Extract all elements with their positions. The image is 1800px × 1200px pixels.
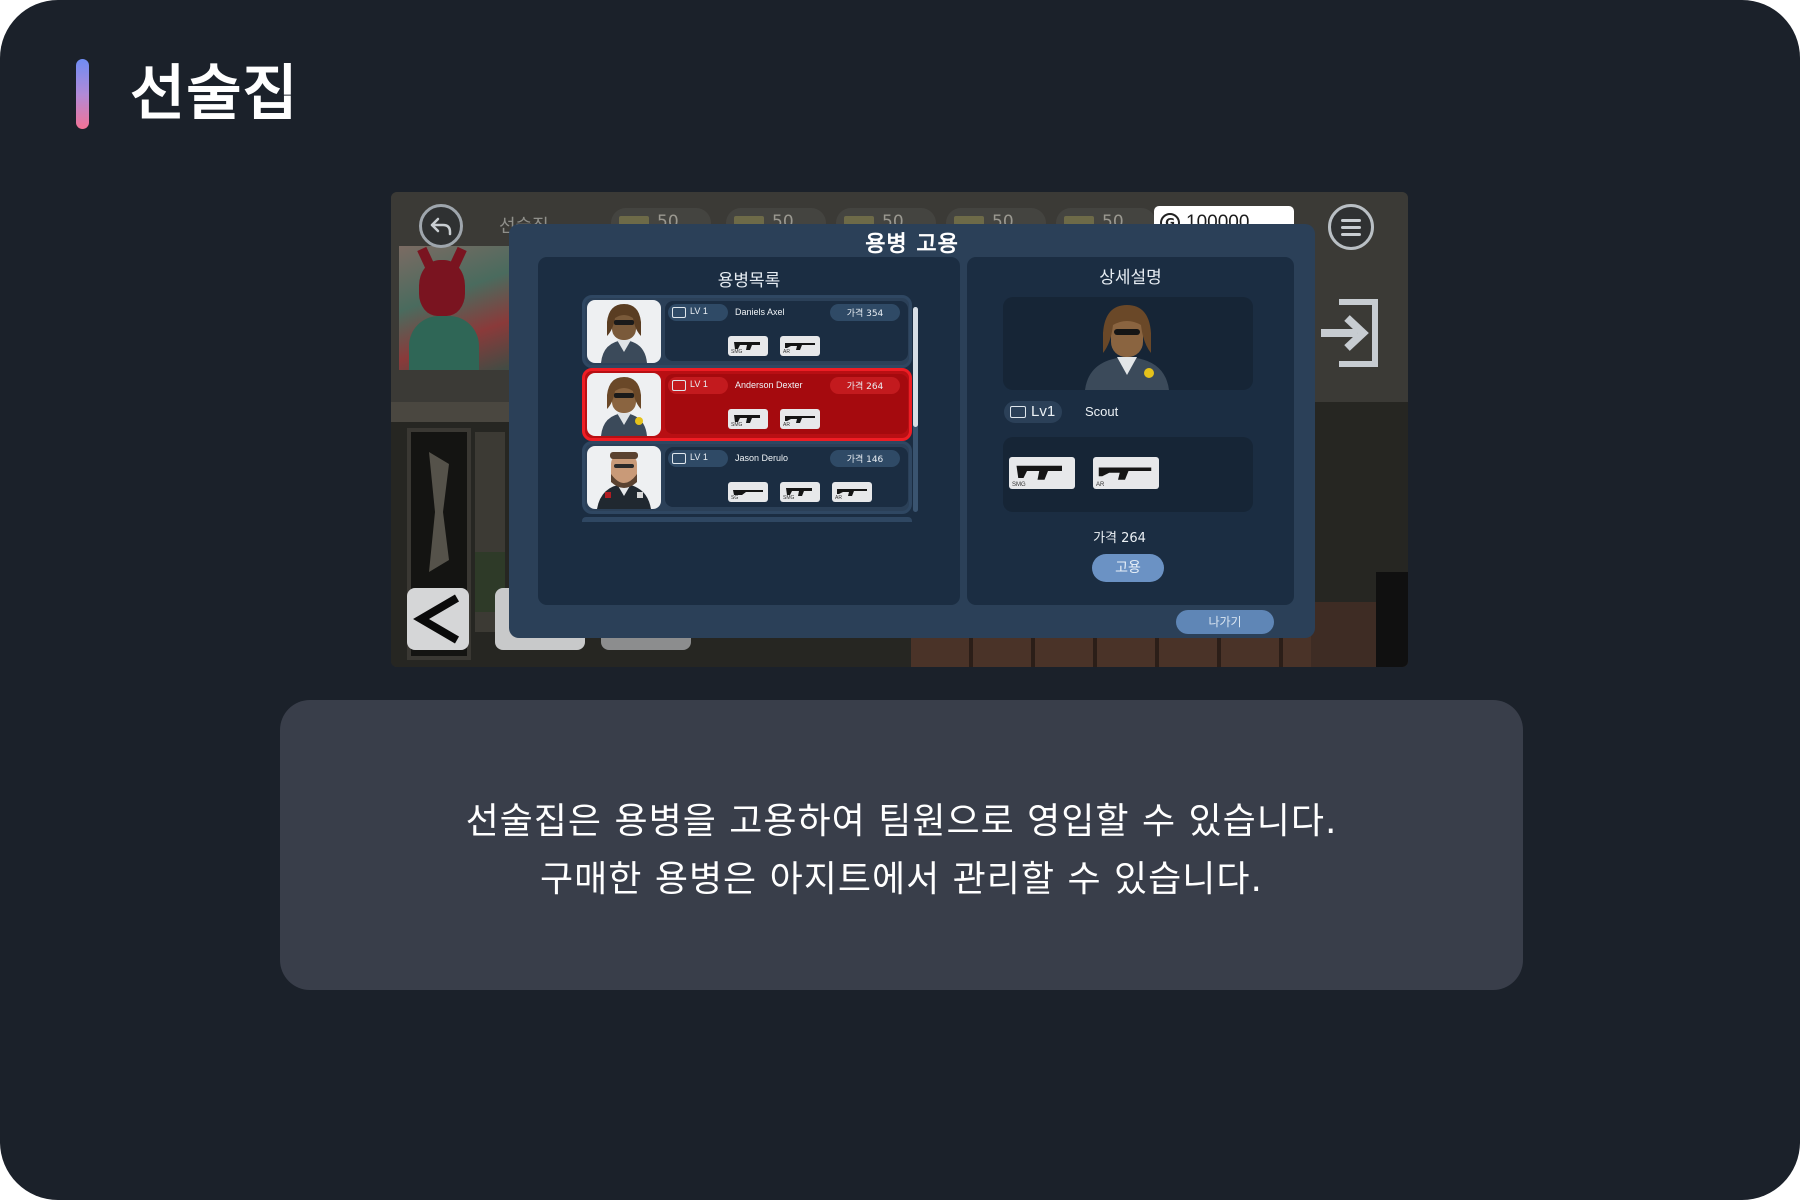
price-pill: 가격 354 [830, 304, 900, 321]
detail-weapons: SMG AR [1003, 437, 1253, 512]
page-title: 선술집 [130, 59, 299, 129]
mercenary-name: Anderson Dexter [735, 380, 803, 390]
chevron-left-icon [413, 594, 460, 644]
level-pill: LV 1 [668, 304, 728, 321]
hamburger-menu-button[interactable] [1328, 204, 1374, 250]
ar-icon: AR [832, 482, 872, 502]
description-line-2: 구매한 용병은 아지트에서 관리할 수 있습니다. [540, 859, 1263, 900]
scout-goggles-icon [672, 307, 686, 318]
detail-title: 상세설명 [1099, 268, 1162, 288]
mercenary-info: LV 1 Jason Derulo 가격 146 SG SMG AR [665, 447, 908, 507]
mercenary-portrait [587, 373, 661, 436]
exit-door-icon[interactable] [1317, 298, 1383, 368]
game-screenshot: 50 50 50 50 50 선술집 G 100000 [391, 192, 1408, 667]
level-pill: LV 1 [668, 377, 728, 394]
slide-card: 선술집 50 50 50 50 50 선술집 G 100000 [0, 0, 1800, 1200]
hire-button[interactable]: 고용 [1092, 554, 1164, 582]
mercenary-portrait [587, 300, 661, 363]
detail-level-badge: Lv1 [1004, 401, 1062, 423]
level-pill: LV 1 [668, 450, 728, 467]
description-line-1: 선술집은 용병을 고용하여 팀원으로 영입할 수 있습니다. [465, 801, 1338, 842]
reply-arrow-icon [430, 217, 452, 236]
mercenary-row[interactable]: LV 1 Jason Derulo 가격 146 SG SMG AR [582, 441, 912, 514]
previous-button[interactable] [407, 588, 469, 650]
price-pill: 가격 264 [830, 377, 900, 394]
ar-icon: AR [780, 409, 820, 429]
scout-goggles-icon [672, 380, 686, 391]
detail-portrait [1003, 297, 1253, 390]
description-box: 선술집은 용병을 고용하여 팀원으로 영입할 수 있습니다. 구매한 용병은 아… [280, 700, 1523, 990]
hire-mercenary-modal: 용병 고용 용병목록 LV 1 Daniels Axel 가격 354 SMG … [509, 224, 1315, 638]
detail-price: 가격 264 [1093, 531, 1146, 546]
scrollbar-thumb[interactable] [913, 307, 918, 427]
menu-icon [1341, 219, 1361, 222]
exit-button[interactable]: 나가기 [1176, 610, 1274, 634]
mercenary-row-partial[interactable] [582, 517, 912, 522]
mercenary-list-panel: 용병목록 LV 1 Daniels Axel 가격 354 SMG AR LV … [538, 257, 960, 605]
scout-goggles-icon [1010, 406, 1026, 418]
shelf [391, 402, 511, 422]
modal-title: 용병 고용 [865, 232, 959, 257]
mercenary-row[interactable]: LV 1 Daniels Axel 가격 354 SMG AR [582, 295, 912, 368]
title-accent-bar [76, 59, 89, 129]
dark-block [1376, 572, 1408, 667]
mercenary-info: LV 1 Daniels Axel 가격 354 SMG AR [665, 301, 908, 361]
mercenary-portrait [587, 446, 661, 509]
ar-icon: AR [780, 336, 820, 356]
list-scrollbar[interactable] [913, 307, 918, 512]
smg-icon: SMG [780, 482, 820, 502]
demon-poster-image [399, 246, 509, 370]
detail-panel: 상세설명 Lv1 Scout SMG AR 가격 264 고용 [967, 257, 1294, 605]
list-title: 용병목록 [717, 271, 781, 291]
mercenary-name: Jason Derulo [735, 453, 789, 463]
smg-icon: SMG [1009, 457, 1075, 489]
mercenary-row-selected[interactable]: LV 1 Anderson Dexter 가격 264 SMG AR [582, 368, 912, 441]
detail-class: Scout [1085, 404, 1119, 419]
mercenary-info: LV 1 Anderson Dexter 가격 264 SMG AR [665, 374, 908, 434]
detail-level: Lv1 [1031, 403, 1056, 420]
price-pill: 가격 146 [830, 450, 900, 467]
mercenary-name: Daniels Axel [735, 307, 785, 317]
back-button[interactable] [419, 204, 463, 248]
assault-class-icon [672, 453, 686, 464]
smg-icon: SMG [728, 409, 768, 429]
smg-icon: SMG [728, 336, 768, 356]
ar-icon: AR [1093, 457, 1159, 489]
shotgun-icon: SG [728, 482, 768, 502]
